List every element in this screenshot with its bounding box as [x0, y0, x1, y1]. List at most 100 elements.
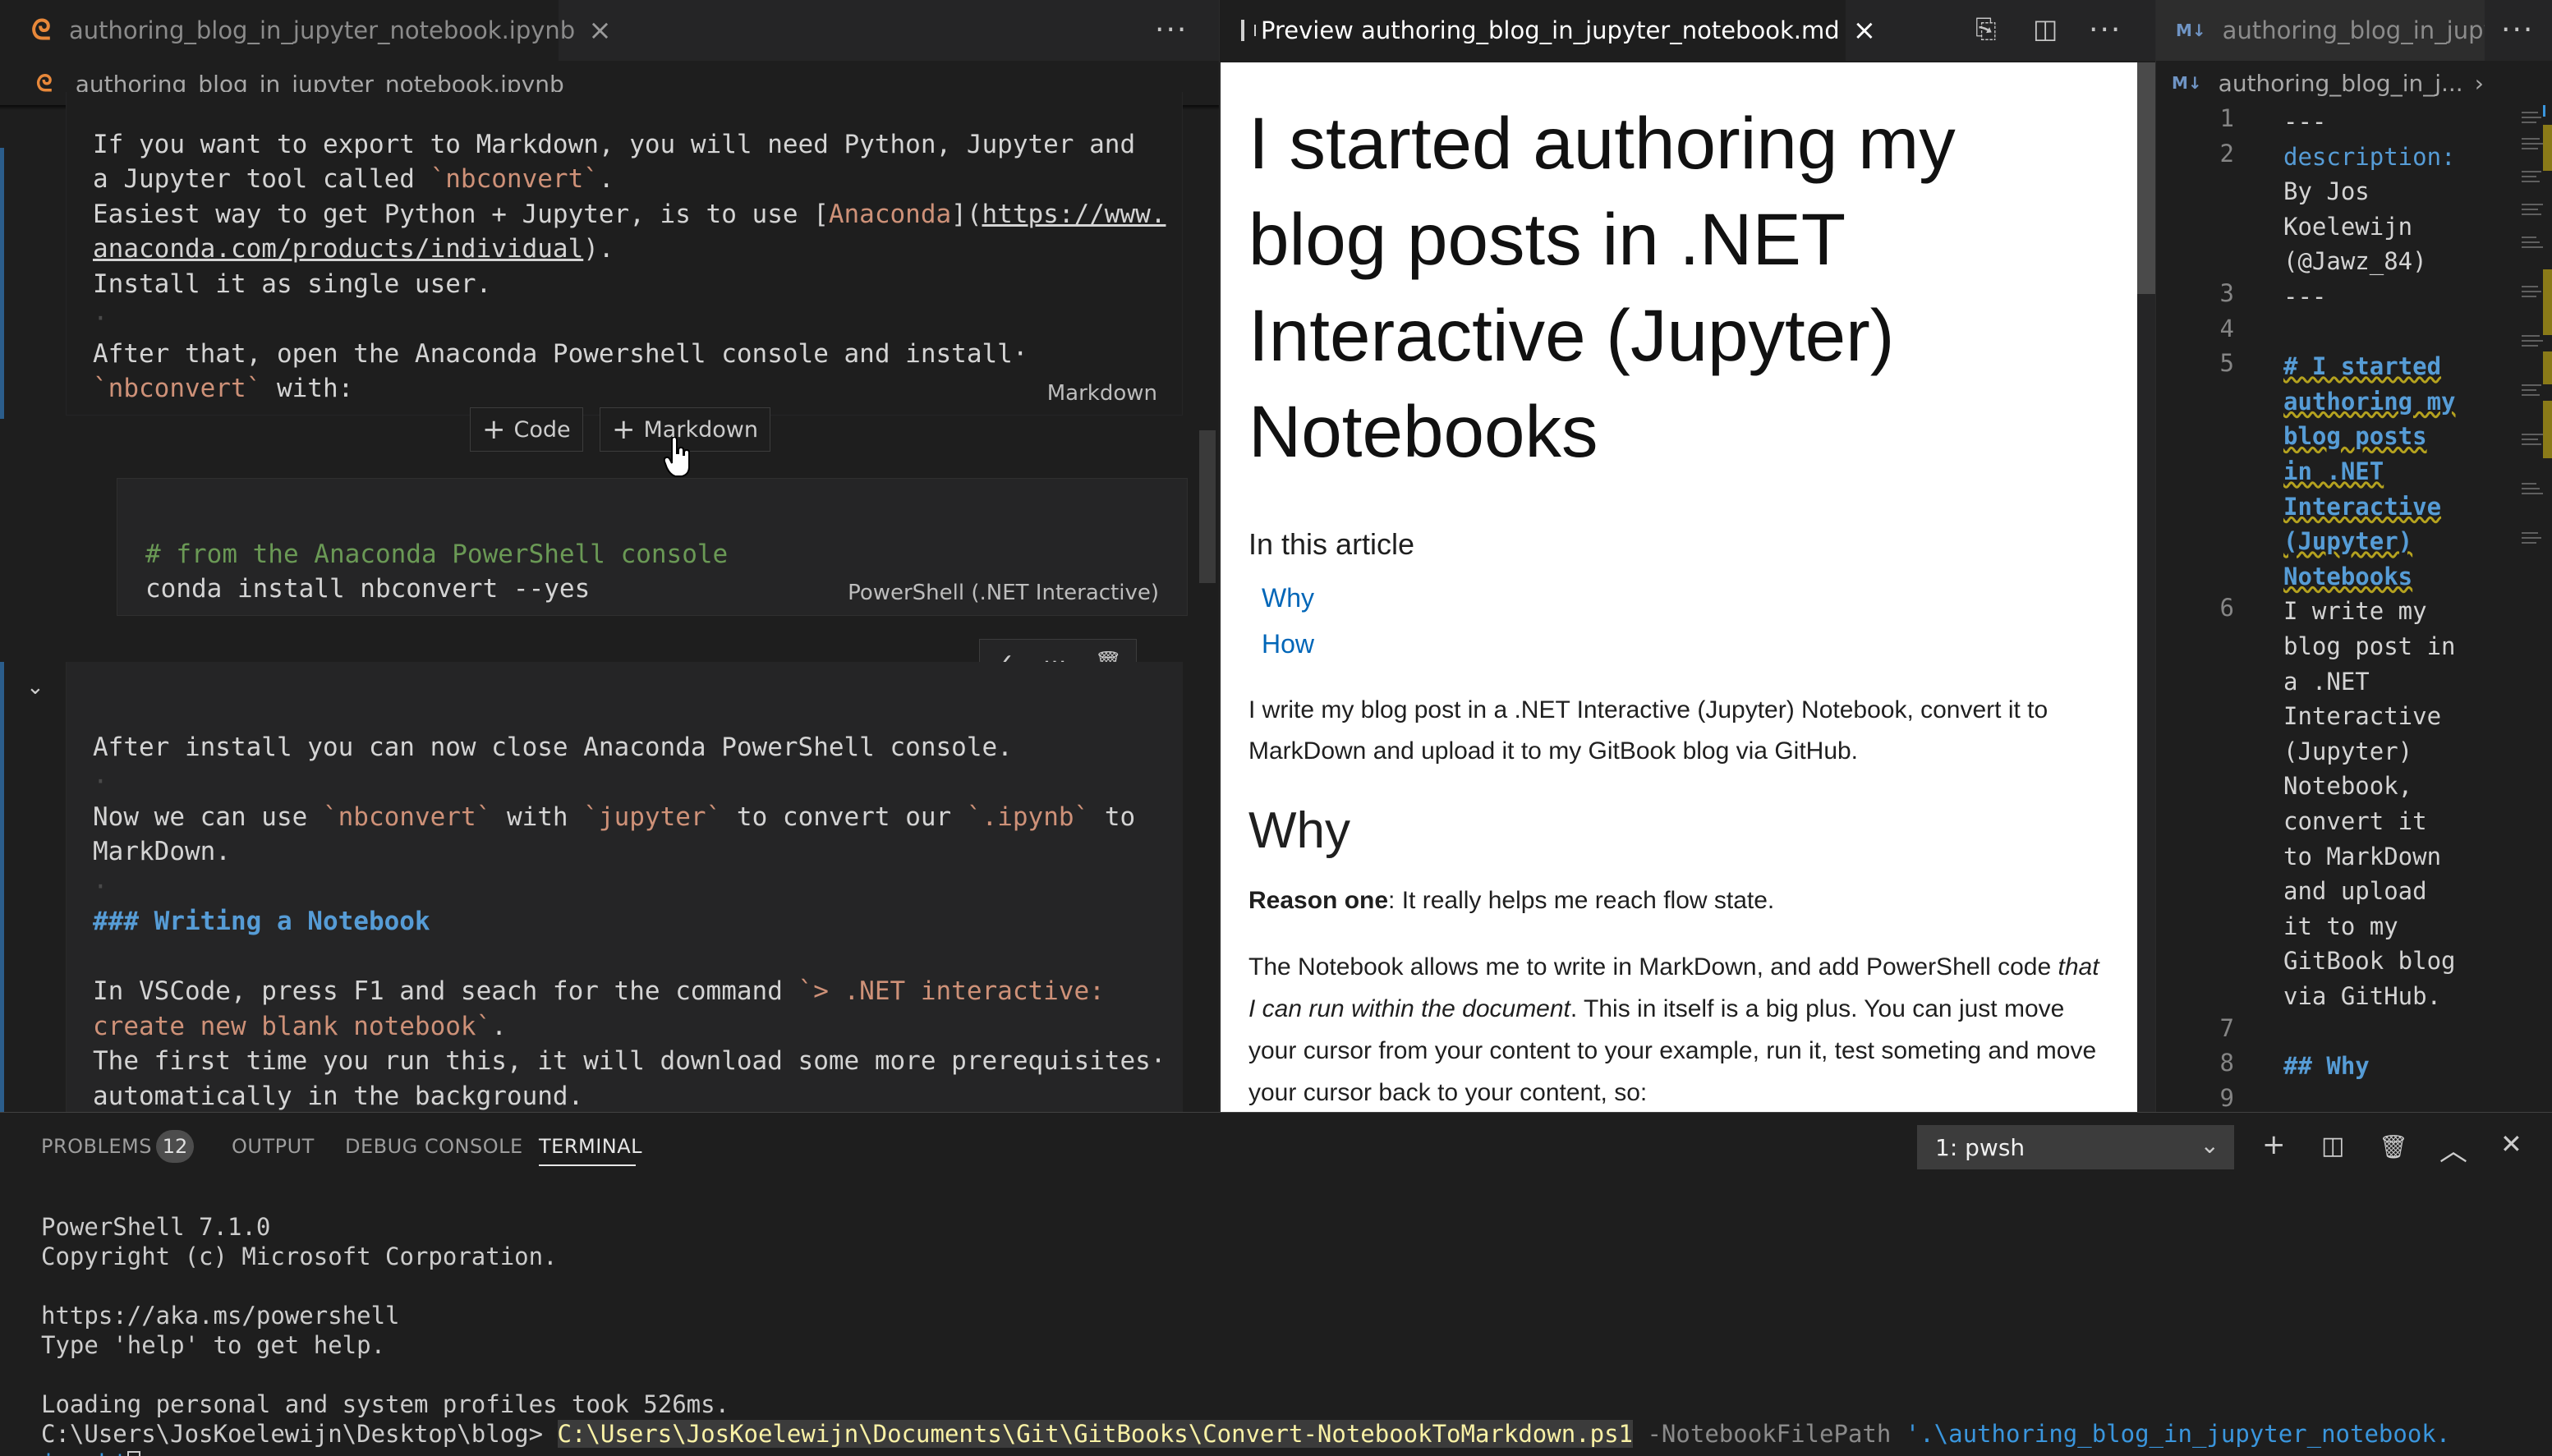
tab-output[interactable]: OUTPUT: [232, 1135, 315, 1158]
toc-link-how[interactable]: How: [1262, 629, 1314, 659]
breadcrumb[interactable]: M↓ authoring_blog_in_j... ›: [2155, 61, 2552, 105]
terminal-line: Type 'help' to get help.: [41, 1331, 386, 1359]
cell-language-label[interactable]: Markdown: [1047, 381, 1157, 406]
body-paragraph: The Notebook allows me to write in MarkD…: [1248, 953, 2099, 1106]
new-terminal-icon[interactable]: +: [2262, 1128, 2286, 1161]
plus-icon: +: [612, 413, 636, 446]
line-number: 8: [2219, 1049, 2234, 1077]
tab-preview[interactable]: Preview authoring_blog_in_jupyter_notebo…: [1220, 0, 1876, 61]
editor-line: By Jos: [2283, 177, 2370, 206]
editor-line: a .NET: [2283, 667, 2370, 696]
editor-line: it to my: [2283, 912, 2398, 940]
terminal-select[interactable]: 1: pwsh ⌄: [1917, 1125, 2234, 1169]
code-command: conda install nbconvert --yes: [145, 574, 591, 604]
tab-preview-label: Preview authoring_blog_in_jupyter_notebo…: [1261, 16, 1840, 44]
editor-line: convert it: [2283, 807, 2427, 835]
editor-line: I write my: [2283, 597, 2427, 626]
terminal-line: Copyright (c) Microsoft Corporation.: [41, 1242, 558, 1270]
param-value-cont: ipynb': [41, 1449, 127, 1456]
tab-notebook-label: authoring_blog_in_jupyter_notebook.ipynb: [68, 16, 576, 44]
line-number: 7: [2219, 1013, 2234, 1042]
mid-tab-bar: Preview authoring_blog_in_jupyter_notebo…: [1220, 0, 2156, 61]
editor-line: GitBook blog: [2283, 947, 2456, 976]
terminal-select-value: 1: pwsh: [1935, 1133, 2026, 1161]
editor-line: blog post in: [2283, 632, 2456, 660]
more-actions-icon[interactable]: ···: [1155, 13, 1188, 47]
scrollbar-thumb[interactable]: [2137, 62, 2155, 294]
page-title: I started authoring my blog posts in .NE…: [1248, 102, 1956, 472]
line-number: 9: [2219, 1083, 2234, 1112]
terminal-output[interactable]: PowerShell 7.1.0 Copyright (c) Microsoft…: [41, 1183, 2450, 1456]
markdown-cell-editor[interactable]: After install you can now close Anaconda…: [66, 662, 1183, 1112]
tab-notebook[interactable]: ᘓ authoring_blog_in_jupyter_notebook.ipy…: [0, 0, 612, 61]
editor-line: in .NET: [2283, 457, 2384, 485]
toc-link-why[interactable]: Why: [1262, 583, 1314, 613]
editor-line: (Jupyter): [2283, 527, 2413, 556]
hand-cursor-icon: [664, 437, 690, 477]
editor-line: ---: [2283, 108, 2327, 135]
editor-line: Notebooks: [2283, 562, 2413, 590]
editor-line: (@Jawz_84): [2283, 247, 2427, 276]
split-terminal-icon[interactable]: ◫: [2321, 1132, 2344, 1160]
line-number: 4: [2219, 314, 2234, 342]
tab-debug-console[interactable]: DEBUG CONSOLE: [345, 1135, 523, 1158]
breadcrumb-file[interactable]: authoring_blog_in_j...: [2219, 70, 2463, 97]
minimap-content: [2497, 105, 2552, 1112]
editor-line: ---: [2283, 282, 2327, 310]
close-icon[interactable]: ×: [588, 14, 612, 47]
tab-problems[interactable]: PROBLEMS: [41, 1135, 152, 1158]
active-tab-indicator: [539, 1164, 636, 1166]
editor-line: # I started: [2283, 352, 2442, 381]
more-actions-icon[interactable]: ···: [2089, 13, 2122, 47]
close-icon[interactable]: ×: [1853, 14, 1877, 47]
scrollbar[interactable]: [1199, 430, 1216, 583]
tab-terminal[interactable]: TERMINAL: [539, 1135, 642, 1158]
chevron-down-icon: ⌄: [2200, 1132, 2219, 1159]
editor-line: and upload: [2283, 877, 2427, 906]
editor-line: Interactive: [2283, 702, 2442, 731]
plus-icon: +: [482, 413, 506, 446]
editor-line: to MarkDown: [2283, 842, 2442, 870]
notebook-icon: ᘓ: [31, 14, 51, 47]
split-editor-icon[interactable]: ◫: [2033, 13, 2058, 44]
editor-line: Koelewijn: [2283, 212, 2413, 241]
notebook-icon: ᘓ: [36, 70, 53, 97]
line-number: 6: [2219, 594, 2234, 622]
markdown-preview[interactable]: I started authoring my blog posts in .NE…: [1221, 62, 2137, 1112]
terminal-cursor: [126, 1451, 140, 1456]
param-value: '.\authoring_blog_in_jupyter_notebook.: [1905, 1420, 2451, 1448]
editor-line: (Jupyter): [2283, 737, 2413, 765]
open-source-icon[interactable]: ⎘: [1975, 13, 1997, 45]
chevron-right-icon: ›: [2474, 69, 2484, 97]
markdown-source[interactable]: If you want to export to Markdown, you w…: [93, 92, 1166, 406]
line-number: 5: [2219, 349, 2234, 378]
close-panel-icon[interactable]: ✕: [2500, 1128, 2522, 1160]
add-code-cell-button[interactable]: + Code: [470, 407, 583, 452]
maximize-panel-icon[interactable]: ︿: [2439, 1128, 2467, 1169]
more-actions-icon[interactable]: ···: [2501, 13, 2534, 47]
markdown-cell-editor[interactable]: If you want to export to Markdown, you w…: [66, 92, 1183, 416]
cell-language-label[interactable]: PowerShell (.NET Interactive): [848, 581, 1159, 605]
markdown-file-icon: M↓: [2172, 73, 2202, 93]
param-name: -NotebookFilePath: [1633, 1420, 1906, 1448]
editor-line: via GitHub.: [2283, 982, 2442, 1010]
cell-focus-indicator: [0, 148, 4, 419]
code-cell[interactable]: # from the Anaconda PowerShell console c…: [117, 478, 1188, 616]
right-tab-bar: M↓ authoring_blog_in_jupyte ···: [2156, 0, 2552, 61]
cell-focus-indicator: [0, 662, 4, 1112]
line-number: 1: [2219, 104, 2234, 132]
section-heading-why: Why: [1248, 802, 1350, 859]
minimap[interactable]: [2497, 105, 2552, 1112]
problems-count-badge: 12: [156, 1130, 194, 1163]
tab-markdown-label: authoring_blog_in_jupyte: [2222, 16, 2485, 44]
tab-markdown-file[interactable]: M↓ authoring_blog_in_jupyte: [2156, 0, 2485, 61]
left-tab-bar: ᘓ authoring_blog_in_jupyter_notebook.ipy…: [0, 0, 1219, 61]
kill-terminal-icon[interactable]: 🗑: [2379, 1133, 2408, 1160]
terminal-line: https://aka.ms/powershell: [41, 1302, 400, 1330]
terminal-line: PowerShell 7.1.0: [41, 1213, 271, 1241]
editor-line: blog posts: [2283, 422, 2427, 451]
editor-line: Notebook,: [2283, 772, 2413, 801]
chevron-down-icon[interactable]: ⌄: [26, 675, 44, 700]
markdown-source[interactable]: After install you can now close Anaconda…: [93, 695, 1166, 1114]
toc-heading: In this article: [1248, 527, 1415, 561]
